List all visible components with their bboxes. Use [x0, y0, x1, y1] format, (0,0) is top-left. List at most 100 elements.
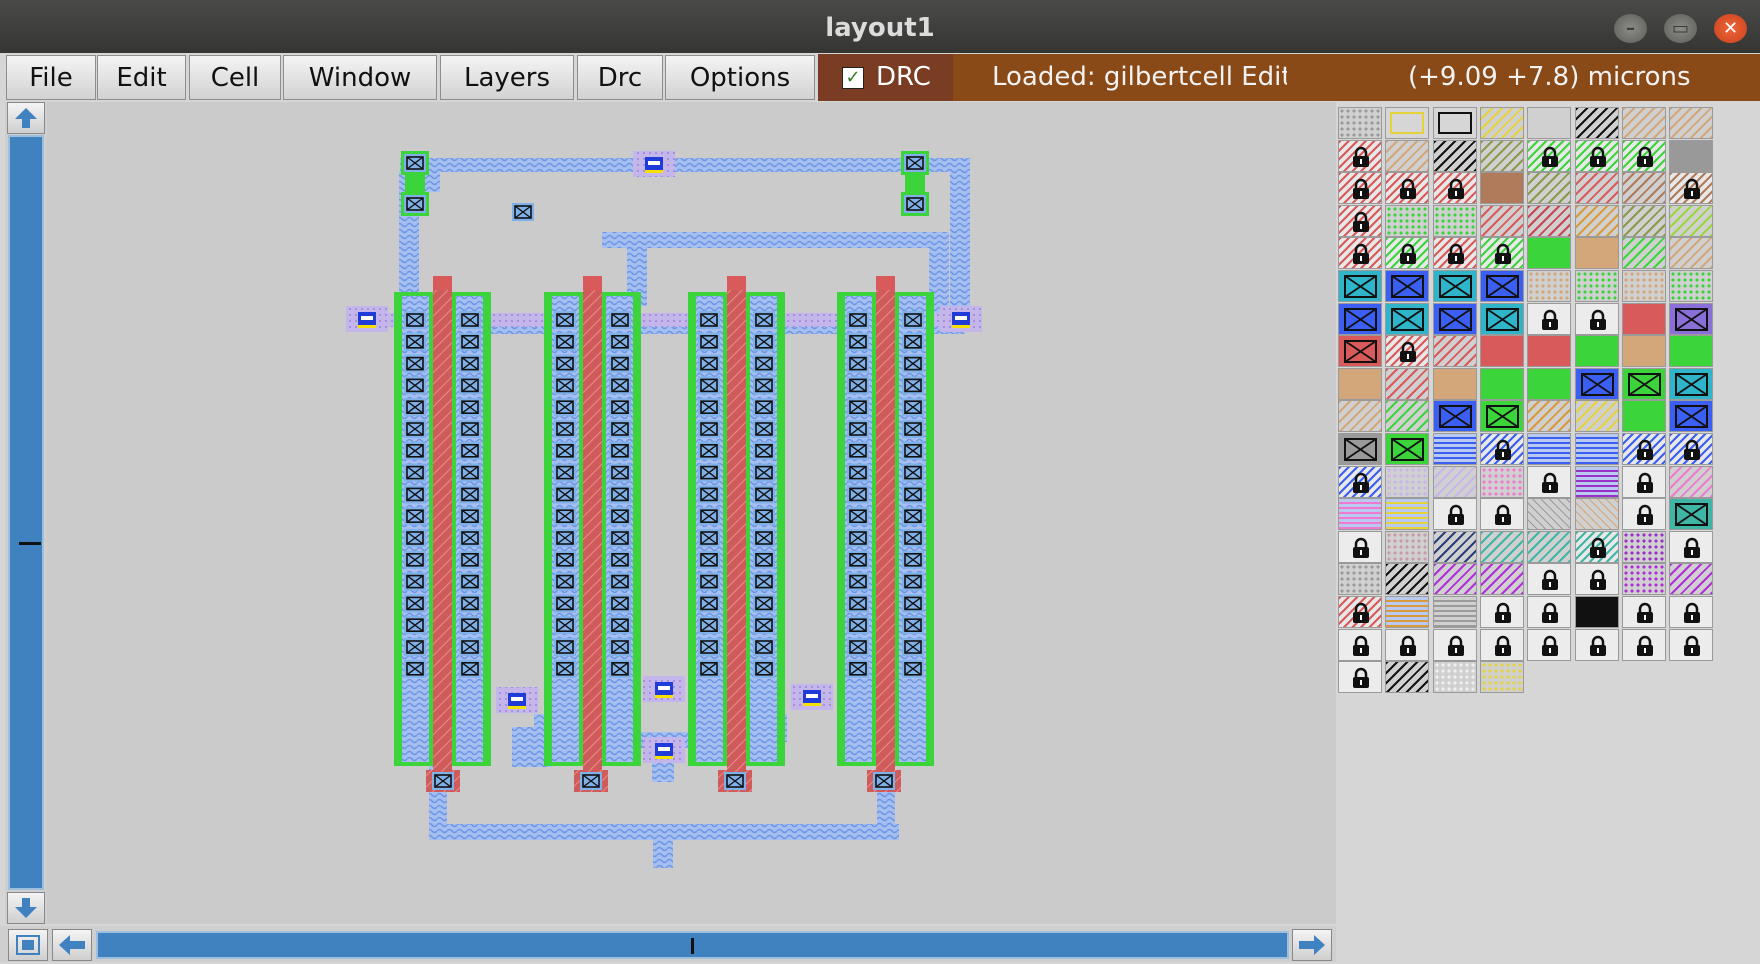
- layer-swatch-lock-white[interactable]: [1527, 596, 1572, 628]
- scroll-right-button[interactable]: [1292, 929, 1332, 961]
- layer-swatch-weave-yellow[interactable]: [1385, 498, 1430, 531]
- layer-swatch-hatch-tan[interactable]: [1669, 237, 1714, 270]
- layer-swatch-lock-red[interactable]: [1385, 335, 1430, 368]
- layer-swatch-contact-green[interactable]: [1621, 367, 1666, 400]
- layer-swatch-outline-black[interactable]: [1432, 107, 1477, 139]
- layer-swatch-dots-purple[interactable]: [1621, 530, 1666, 563]
- layer-swatch-solid-green[interactable]: [1669, 335, 1714, 368]
- layer-swatch-lock-green[interactable]: [1621, 139, 1666, 172]
- scroll-left-button[interactable]: [52, 929, 92, 961]
- layer-swatch-hatch-black[interactable]: [1385, 661, 1430, 694]
- layer-swatch-hatch-red[interactable]: [1432, 335, 1477, 368]
- layer-swatch-hatch-black[interactable]: [1574, 107, 1619, 139]
- layer-swatch-lock-red[interactable]: [1385, 172, 1430, 205]
- layer-swatch-dots-tan[interactable]: [1621, 270, 1666, 302]
- layer-swatch-hatch-green-yellow[interactable]: [1669, 204, 1714, 237]
- layer-swatch-lock-white[interactable]: [1669, 628, 1714, 661]
- layer-swatch-lock-red[interactable]: [1338, 596, 1382, 628]
- menu-drc[interactable]: Drc: [577, 55, 663, 100]
- layer-swatch-solid-red[interactable]: [1621, 302, 1666, 335]
- horizontal-scroll-thumb[interactable]: [691, 938, 694, 954]
- layer-swatch-hatch-orange[interactable]: [1574, 204, 1619, 237]
- layer-swatch-hatch-tan[interactable]: [1385, 139, 1430, 172]
- menu-edit[interactable]: Edit: [97, 55, 186, 100]
- layer-swatch-solid-tan[interactable]: [1338, 367, 1382, 400]
- menu-layers[interactable]: Layers: [440, 55, 574, 100]
- layer-swatch-lock-white[interactable]: [1669, 530, 1714, 563]
- layer-swatch-lock-white[interactable]: [1621, 596, 1666, 628]
- layer-swatch-lock-green[interactable]: [1479, 237, 1524, 270]
- zoom-fit-button[interactable]: [8, 929, 48, 961]
- layer-swatch-solid-red[interactable]: [1479, 335, 1524, 368]
- layer-swatch-dots-magenta[interactable]: [1621, 563, 1666, 596]
- layer-swatch-lock-brown[interactable]: [1669, 172, 1714, 205]
- layer-swatch-hatch-pink[interactable]: [1669, 465, 1714, 498]
- layer-swatch-dots-green[interactable]: [1432, 204, 1477, 237]
- layer-swatch-contact-blue[interactable]: [1385, 270, 1430, 302]
- layer-swatch-lock-white[interactable]: [1574, 302, 1619, 335]
- layer-swatch-hatch-green-brown[interactable]: [1527, 172, 1572, 205]
- layer-swatch-solid-green[interactable]: [1527, 367, 1572, 400]
- layer-swatch-hatch-brown[interactable]: [1621, 172, 1666, 205]
- layer-swatch-hatch-tan[interactable]: [1338, 400, 1382, 433]
- layer-swatch-hatch-green-brown[interactable]: [1479, 139, 1524, 172]
- layer-swatch-lock-red[interactable]: [1338, 172, 1382, 205]
- layer-swatch-lock-green[interactable]: [1385, 237, 1430, 270]
- layer-swatch-lock-white[interactable]: [1479, 628, 1524, 661]
- layer-swatch-lock-white[interactable]: [1338, 661, 1382, 694]
- layer-swatch-lock-white[interactable]: [1527, 302, 1572, 335]
- layer-swatch-hatch-crimson[interactable]: [1527, 204, 1572, 237]
- layer-swatch-hatch-yellow[interactable]: [1574, 400, 1619, 433]
- layer-swatch-dots-white[interactable]: [1432, 661, 1477, 694]
- layer-swatch-hatch-red[interactable]: [1574, 172, 1619, 205]
- layer-swatch-contact-blue[interactable]: [1669, 400, 1714, 433]
- layer-swatch-contact-green[interactable]: [1385, 433, 1430, 465]
- layer-swatch-dots-tan[interactable]: [1527, 270, 1572, 302]
- layer-swatch-hatch-magenta[interactable]: [1432, 563, 1477, 596]
- layer-swatch-hatch-black[interactable]: [1385, 563, 1430, 596]
- layer-swatch-hatch-teal[interactable]: [1479, 530, 1524, 563]
- menu-file[interactable]: File: [6, 55, 96, 100]
- layer-swatch-dots-mauve[interactable]: [1385, 530, 1430, 563]
- layer-swatch-hatch-magenta[interactable]: [1479, 563, 1524, 596]
- layer-swatch-weave-pink[interactable]: [1338, 498, 1382, 531]
- layer-swatch-lock-blue[interactable]: [1338, 465, 1382, 498]
- layer-swatch-solid-red-hatch[interactable]: [1669, 139, 1714, 172]
- layer-swatch-hatch-teal[interactable]: [1527, 530, 1572, 563]
- layer-swatch-dots-gray[interactable]: [1338, 563, 1382, 596]
- layer-swatch-lock-red[interactable]: [1338, 139, 1382, 172]
- layer-swatch-lock-blue[interactable]: [1621, 433, 1666, 465]
- layer-swatch-lock-white[interactable]: [1621, 628, 1666, 661]
- layer-swatch-hatch-magenta[interactable]: [1669, 563, 1714, 596]
- layer-swatch-solid-black[interactable]: [1574, 596, 1619, 628]
- layer-swatch-lock-white[interactable]: [1432, 498, 1477, 531]
- layer-swatch-lock-white[interactable]: [1432, 628, 1477, 661]
- layer-swatch-contact-cyan[interactable]: [1385, 302, 1430, 335]
- scroll-down-button[interactable]: [7, 892, 45, 924]
- layer-swatch-lock-red[interactable]: [1338, 237, 1382, 270]
- layout-drawing[interactable]: [47, 102, 1336, 924]
- layer-swatch-solid-tan[interactable]: [1432, 367, 1477, 400]
- layer-swatch-lock-white[interactable]: [1338, 530, 1382, 563]
- layer-swatch-lock-white[interactable]: [1574, 628, 1619, 661]
- layer-swatch-contact-teal[interactable]: [1669, 498, 1714, 531]
- layer-swatch-solid-red[interactable]: [1527, 335, 1572, 368]
- layer-swatch-contact-cyan[interactable]: [1669, 367, 1714, 400]
- layer-swatch-hatch-red[interactable]: [1479, 204, 1524, 237]
- layer-swatch-contact-blue[interactable]: [1479, 270, 1524, 302]
- layer-swatch-lock-red[interactable]: [1338, 204, 1382, 237]
- layer-swatch-wave-blue[interactable]: [1432, 433, 1477, 465]
- drc-toggle[interactable]: ✓ DRC: [818, 54, 953, 101]
- layer-swatch-outline-yellow[interactable]: [1385, 107, 1430, 139]
- layer-swatch-dots-lilac[interactable]: [1385, 465, 1430, 498]
- layer-swatch-dots-green[interactable]: [1669, 270, 1714, 302]
- layer-swatch-lock-white[interactable]: [1621, 498, 1666, 531]
- layer-swatch-hatch-lilac[interactable]: [1432, 465, 1477, 498]
- layer-swatch-lock-white[interactable]: [1479, 498, 1524, 531]
- layer-swatch-lock-red[interactable]: [1432, 172, 1477, 205]
- vertical-scroll-track[interactable]: [8, 135, 44, 890]
- layer-swatch-hatch-green-brown[interactable]: [1621, 204, 1666, 237]
- layer-swatch-contact-red[interactable]: [1338, 335, 1382, 368]
- horizontal-scrollbar[interactable]: [0, 926, 1336, 962]
- layer-swatch-solid-tan[interactable]: [1574, 237, 1619, 270]
